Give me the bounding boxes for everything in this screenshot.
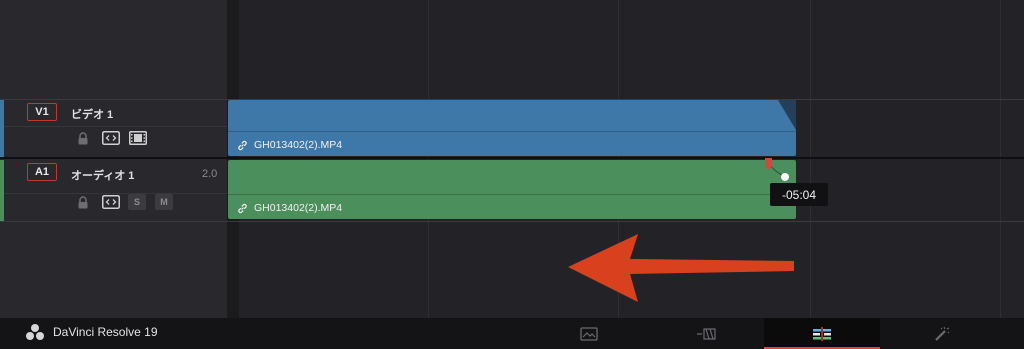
edit-page-icon: [813, 326, 831, 341]
lock-icon[interactable]: [76, 195, 90, 209]
cut-page-icon: [697, 327, 716, 340]
film-strip-icon[interactable]: [128, 130, 148, 146]
audio-clip-name: GH013402(2).MP4: [254, 202, 343, 214]
clip-end-corner: [778, 100, 796, 130]
cut-page-tab[interactable]: [665, 318, 747, 349]
track-name-a1: オーディオ 1: [71, 170, 135, 182]
solo-button[interactable]: S: [128, 194, 146, 210]
fusion-page-tab[interactable]: [900, 318, 982, 349]
video-clip-name: GH013402(2).MP4: [254, 139, 343, 151]
audio-channel-format: 2.0: [202, 168, 218, 180]
video-clip-label: GH013402(2).MP4: [237, 139, 342, 151]
fade-keyframe-point[interactable]: [781, 173, 789, 181]
track-separator: [0, 221, 1024, 222]
fade-duration-tooltip: -05:04: [770, 183, 828, 206]
audio-track-color-strip: [0, 160, 4, 221]
link-icon: [238, 203, 247, 213]
panel-divider[interactable]: [227, 0, 239, 318]
fade-handle[interactable]: [765, 158, 772, 169]
media-page-tab[interactable]: [548, 318, 630, 349]
timeline-grid-line: [428, 0, 429, 318]
edit-page-tab[interactable]: [764, 318, 880, 349]
left-arrow-icon: [568, 234, 794, 302]
mute-button[interactable]: M: [155, 194, 173, 210]
track-separator: [0, 157, 1024, 159]
track-id-badge-v1[interactable]: V1: [27, 103, 57, 121]
track-header-panel: [0, 0, 227, 318]
track-header-divider: [0, 126, 227, 127]
track-name-v1: ビデオ 1: [71, 109, 114, 121]
audio-clip-label: GH013402(2).MP4: [237, 202, 342, 214]
timeline-grid-line: [810, 0, 811, 318]
lock-icon[interactable]: [76, 131, 90, 145]
fusion-page-icon: [935, 326, 950, 341]
timeline-grid-line: [1000, 0, 1001, 318]
video-track-color-strip: [0, 100, 4, 157]
track-id-badge-a1[interactable]: A1: [27, 163, 57, 181]
auto-select-icon[interactable]: [101, 194, 121, 210]
video-clip[interactable]: GH013402(2).MP4: [228, 100, 796, 156]
app-branding: DaVinci Resolve 19: [25, 323, 158, 341]
audio-clip[interactable]: GH013402(2).MP4: [228, 160, 796, 219]
app-name: DaVinci Resolve 19: [53, 325, 158, 339]
davinci-logo-icon: [26, 324, 44, 340]
auto-select-icon[interactable]: [101, 130, 121, 146]
media-page-icon: [580, 326, 598, 341]
link-icon: [238, 140, 247, 150]
